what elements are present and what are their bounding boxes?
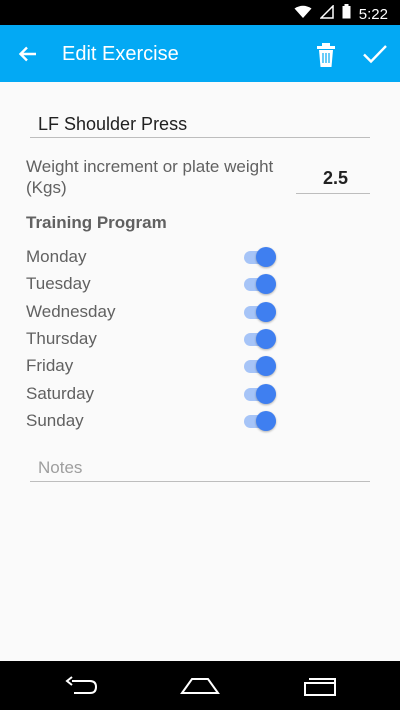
status-time: 5:22 [358,5,388,23]
day-row-thursday: Thursday [26,327,286,354]
day-label: Monday [26,247,87,266]
training-program-title: Training Program [26,213,167,232]
system-nav-bar [0,661,400,710]
save-button[interactable] [360,39,390,69]
page-title: Edit Exercise [62,43,179,65]
day-toggle-sunday[interactable] [244,409,278,433]
check-icon [363,45,387,64]
signal-icon [318,3,334,24]
battery-icon [342,4,351,24]
day-row-wednesday: Wednesday [26,300,286,327]
notes-field[interactable]: Notes [30,451,370,482]
day-label: Saturday [26,384,95,403]
day-toggle-monday[interactable] [244,245,278,269]
nav-back-icon [65,676,98,694]
nav-home-button[interactable] [180,673,220,699]
nav-recents-button[interactable] [300,673,340,699]
day-label: Friday [26,356,74,375]
status-bar: 5:22 [0,0,400,25]
trash-icon [317,43,335,67]
day-toggle-saturday[interactable] [244,382,278,406]
day-label: Wednesday [26,302,116,321]
nav-back-button[interactable] [62,673,102,699]
exercise-name-value: LF Shoulder Press [38,114,188,134]
day-label: Thursday [26,329,97,348]
delete-button[interactable] [311,40,341,70]
day-toggle-wednesday[interactable] [244,300,278,324]
day-toggle-thursday[interactable] [244,327,278,351]
day-toggle-tuesday[interactable] [244,272,278,296]
day-row-saturday: Saturday [26,382,286,409]
nav-home-icon [180,678,220,694]
back-button[interactable] [12,38,44,70]
arrow-back-icon [18,46,36,62]
day-label: Tuesday [26,274,91,293]
day-toggle-friday[interactable] [244,354,278,378]
day-row-tuesday: Tuesday [26,272,286,299]
day-label: Sunday [26,411,84,430]
nav-recents-icon [304,678,336,696]
day-row-sunday: Sunday [26,409,286,436]
day-row-monday: Monday [26,245,286,272]
notes-placeholder: Notes [38,458,83,477]
app-bar: Edit Exercise [0,25,400,82]
exercise-name-field[interactable]: LF Shoulder Press [30,106,370,138]
weight-increment-value: 2.5 [322,168,348,188]
weight-increment-label: Weight increment or plate weight (Kgs) [26,157,274,197]
weight-increment-field[interactable]: 2.5 [296,162,370,194]
day-row-friday: Friday [26,354,286,381]
wifi-icon [294,5,312,24]
